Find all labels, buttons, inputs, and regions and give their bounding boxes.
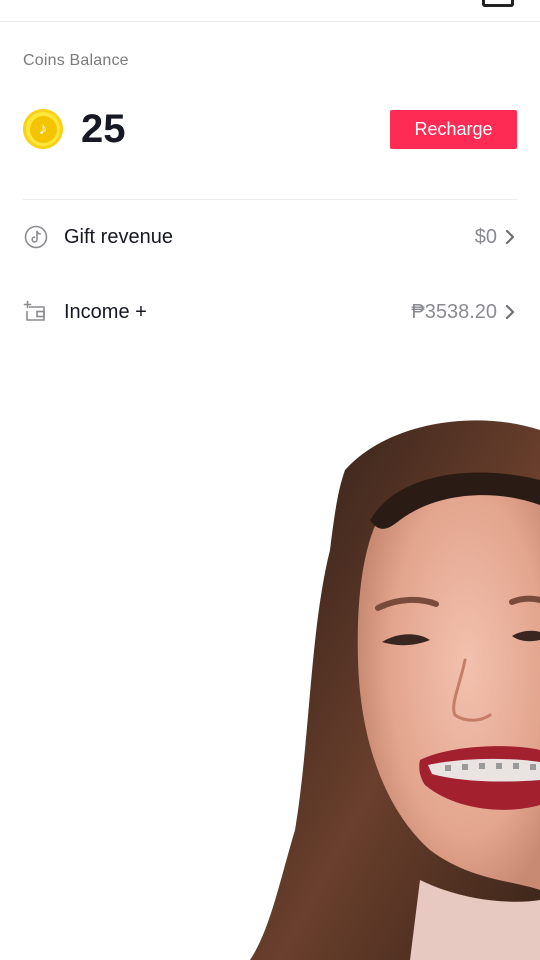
tiktok-note-glyph: ♪ [29, 115, 57, 143]
gift-revenue-row[interactable]: Gift revenue $0 [23, 215, 517, 259]
top-bar [0, 0, 540, 22]
gift-revenue-label: Gift revenue [64, 225, 173, 248]
coin-icon: ♪ [23, 109, 63, 149]
tiktok-note-icon [23, 224, 49, 250]
recharge-button[interactable]: Recharge [390, 110, 517, 149]
chevron-right-icon [503, 303, 517, 321]
wallet-screen: Coins Balance ♪ 25 Recharge Gift revenue… [0, 0, 540, 960]
top-corner-icon[interactable] [482, 0, 514, 7]
coins-balance-label: Coins Balance [23, 52, 129, 69]
divider [23, 199, 517, 200]
wallet-plus-icon [23, 299, 49, 325]
gift-revenue-value: $0 [474, 225, 497, 248]
coin-balance-row: ♪ 25 [23, 107, 126, 151]
income-row[interactable]: Income + ₱3538.20 [23, 290, 517, 334]
income-label: Income + [64, 300, 147, 323]
chevron-right-icon [503, 228, 517, 246]
income-value: ₱3538.20 [411, 300, 497, 323]
person-video-overlay [250, 420, 540, 960]
coin-balance-value: 25 [81, 106, 126, 151]
